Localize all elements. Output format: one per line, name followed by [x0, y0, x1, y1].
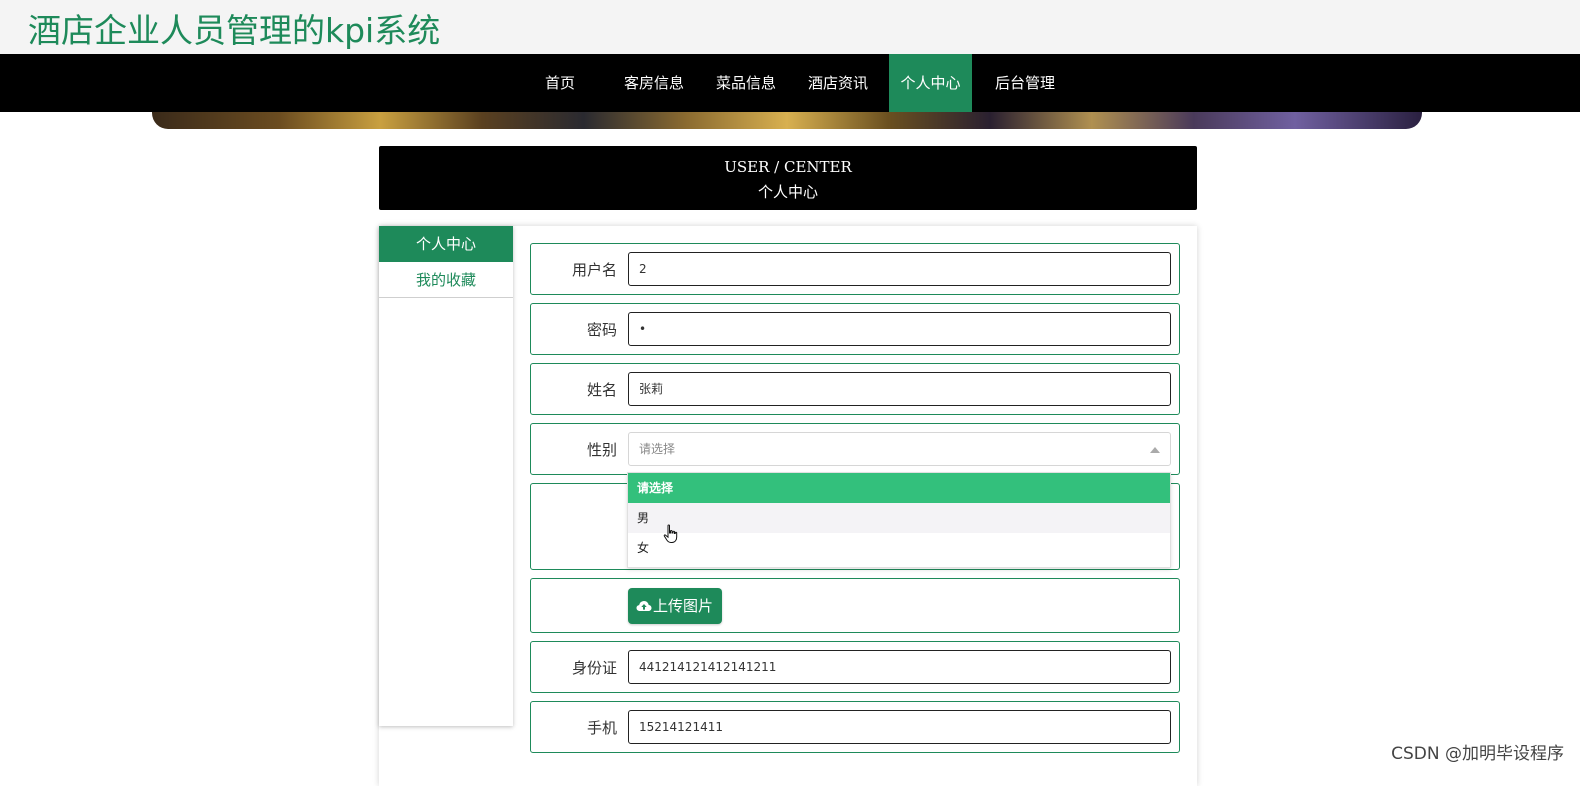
password-field[interactable]: •: [628, 312, 1171, 346]
form-row-upload: 上传图片: [530, 578, 1180, 633]
username-field[interactable]: 2: [628, 252, 1171, 286]
nav-item-rooms[interactable]: 客房信息: [617, 54, 691, 112]
form-row-username: 用户名 2: [530, 243, 1180, 295]
nav-item-user-center[interactable]: 个人中心: [889, 54, 972, 112]
idcard-label: 身份证: [571, 659, 617, 677]
page-header-cn: 个人中心: [757, 183, 818, 201]
sidebar-item-user-center[interactable]: 个人中心: [379, 226, 513, 262]
page-header-en: USER / CENTER: [724, 158, 852, 176]
name-field[interactable]: 张莉: [628, 372, 1171, 406]
top-bar: 酒店企业人员管理的kpi系统: [0, 0, 1580, 54]
page-header: USER / CENTER 个人中心: [379, 146, 1197, 210]
cloud-upload-icon: [636, 601, 652, 611]
site-title: 酒店企业人员管理的kpi系统: [28, 11, 441, 50]
upload-image-label: 上传图片: [653, 597, 714, 615]
form-row-gender: 性别 请选择: [530, 423, 1180, 475]
caret-up-icon: [1150, 447, 1160, 453]
banner-image: [152, 112, 1422, 129]
nav-item-dishes[interactable]: 菜品信息: [709, 54, 783, 112]
hand-cursor-icon: [663, 524, 678, 543]
nav-item-home[interactable]: 首页: [531, 54, 589, 112]
gender-label: 性别: [586, 441, 617, 459]
form-row-phone: 手机 15214121411: [530, 701, 1180, 753]
nav-item-admin[interactable]: 后台管理: [988, 54, 1062, 112]
gender-select[interactable]: 请选择: [628, 432, 1171, 466]
gender-option-male[interactable]: 男: [628, 503, 1170, 533]
upload-image-button[interactable]: 上传图片: [628, 588, 722, 624]
nav-item-news[interactable]: 酒店资讯: [801, 54, 875, 112]
watermark: CSDN @加明毕设程序: [1391, 744, 1564, 764]
name-label: 姓名: [586, 381, 617, 399]
gender-option-female[interactable]: 女: [628, 533, 1170, 563]
username-label: 用户名: [571, 261, 617, 279]
gender-option-placeholder[interactable]: 请选择: [628, 473, 1170, 503]
sidebar: 个人中心 我的收藏: [379, 226, 513, 726]
phone-label: 手机: [586, 719, 617, 737]
form-row-idcard: 身份证 441214121412141211: [530, 641, 1180, 693]
form-row-password: 密码 •: [530, 303, 1180, 355]
form-row-name: 姓名 张莉: [530, 363, 1180, 415]
gender-select-value: 请选择: [639, 442, 676, 456]
idcard-field[interactable]: 441214121412141211: [628, 650, 1171, 684]
password-label: 密码: [586, 321, 617, 339]
sidebar-item-favorites[interactable]: 我的收藏: [379, 262, 513, 298]
phone-field[interactable]: 15214121411: [628, 710, 1171, 744]
gender-dropdown: 请选择 男 女: [627, 472, 1171, 568]
main-nav: 首页 客房信息 菜品信息 酒店资讯 个人中心 后台管理: [0, 54, 1580, 112]
